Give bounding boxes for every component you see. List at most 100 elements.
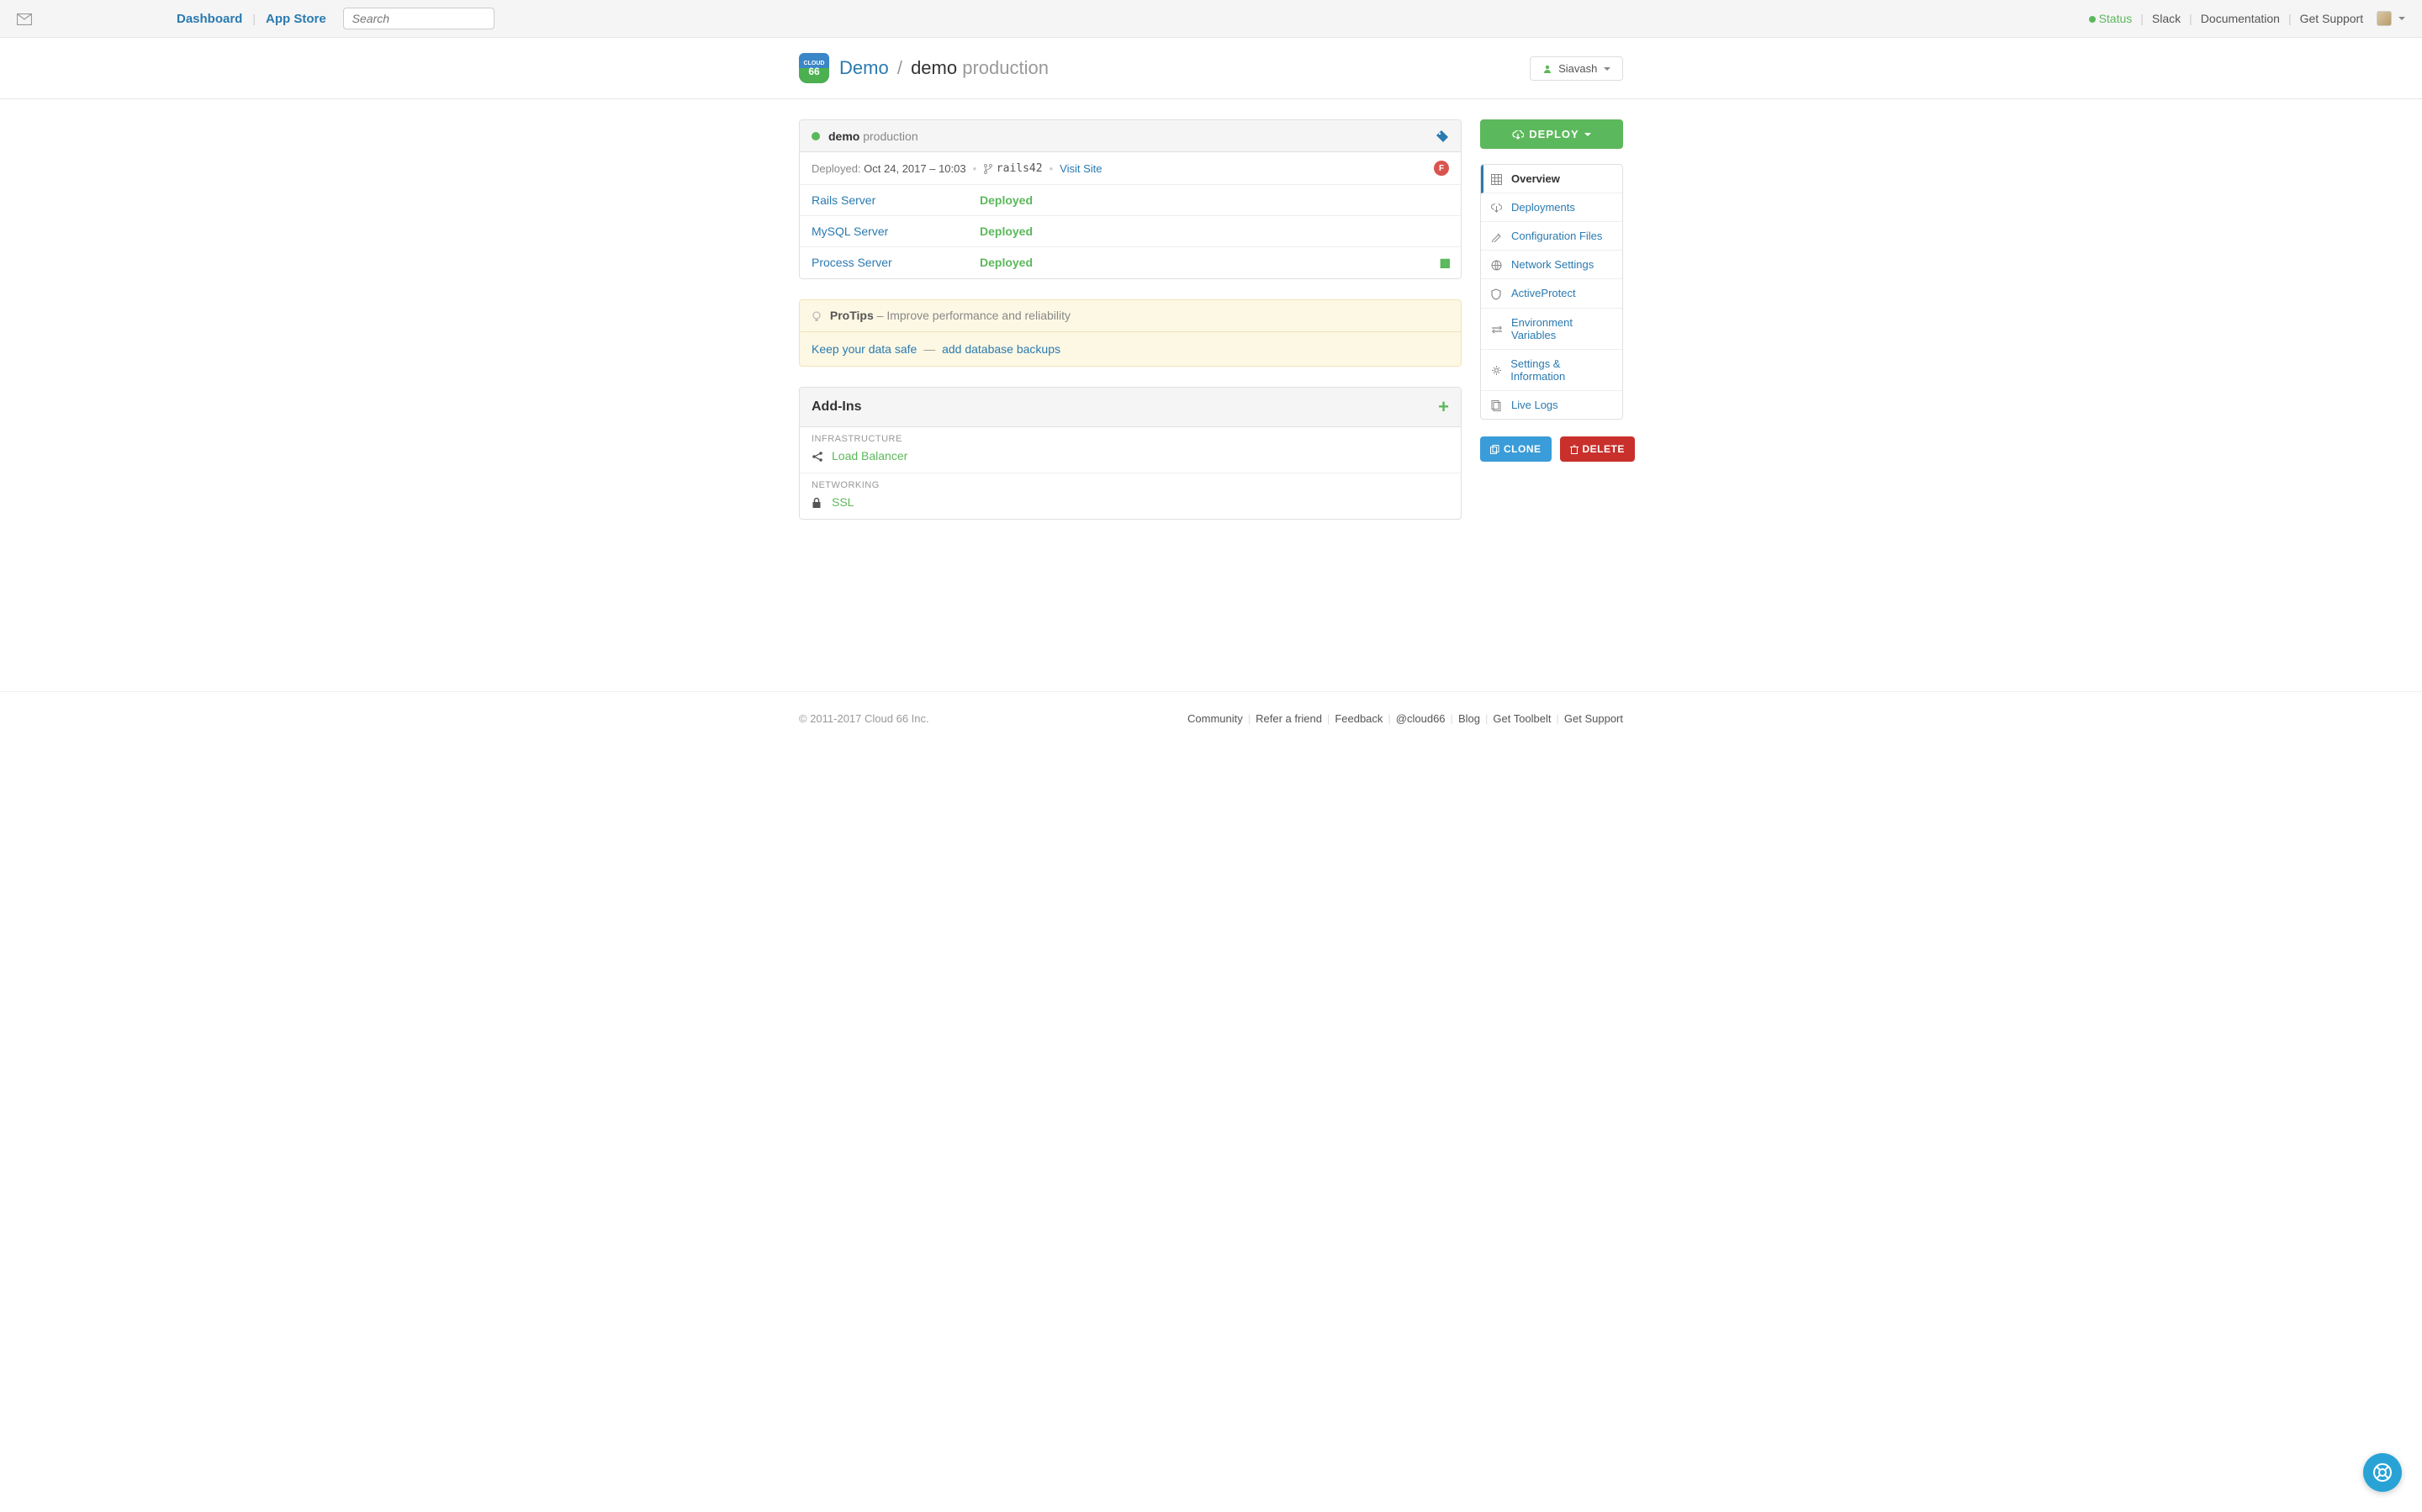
help-bubble[interactable] (2363, 1453, 2402, 1492)
protip-action-link[interactable]: add database backups (942, 342, 1060, 356)
sidebar-item-label: Settings & Information (1510, 357, 1612, 383)
sidebar-item-label: Environment Variables (1511, 316, 1612, 341)
footer: © 2011-2017 Cloud 66 Inc. Community | Refe… (0, 691, 2422, 745)
sidebar-item-live-logs[interactable]: Live Logs (1481, 391, 1622, 419)
footer-separator: | (1248, 712, 1251, 725)
nav-item-icon (1491, 258, 1503, 271)
protips-card: ProTips – Improve performance and reliab… (799, 299, 1462, 366)
footer-link[interactable]: Get Support (1564, 712, 1623, 725)
visit-site-link[interactable]: Visit Site (1060, 162, 1102, 175)
nav-item-icon (1491, 230, 1503, 242)
addin-item-link[interactable]: SSL (832, 495, 854, 509)
deploy-button[interactable]: DEPLOY (1480, 119, 1623, 149)
addin-section-label: INFRASTRUCTURE (812, 434, 1449, 444)
addins-header: Add-Ins + (800, 388, 1461, 427)
sidebar-item-overview[interactable]: Overview (1481, 165, 1622, 193)
server-name-link[interactable]: Rails Server (812, 193, 980, 207)
user-dropdown-label: Siavash (1558, 62, 1597, 75)
clone-button-label: CLONE (1504, 443, 1542, 455)
logo-icon: CLOUD 66 (799, 53, 829, 83)
delete-button-label: DELETE (1583, 443, 1625, 455)
addin-item-link[interactable]: Load Balancer (832, 449, 907, 463)
sidebar-item-environment-variables[interactable]: Environment Variables (1481, 309, 1622, 350)
deployed-label: Deployed: (812, 162, 861, 175)
nav-dashboard[interactable]: Dashboard (173, 12, 246, 26)
framework-label: rails42 (997, 162, 1043, 175)
stack-card: demo production Deployed: Oct 24, 2017 –… (799, 119, 1462, 279)
deploy-meta: Deployed: Oct 24, 2017 – 10:03 • rails42… (800, 152, 1461, 185)
top-nav: Dashboard | App Store Status | Slack | D… (0, 0, 2422, 38)
breadcrumb: Demo / demo production (839, 57, 1049, 79)
clone-button[interactable]: CLONE (1480, 436, 1552, 462)
server-name-link[interactable]: MySQL Server (812, 225, 980, 238)
server-row: Rails ServerDeployed (800, 185, 1461, 216)
sidebar-item-configuration-files[interactable]: Configuration Files (1481, 222, 1622, 251)
user-dropdown[interactable]: Siavash (1530, 56, 1624, 81)
sidebar-item-label: Configuration Files (1511, 230, 1602, 242)
sidebar-item-label: Live Logs (1511, 399, 1558, 411)
footer-copyright: © 2011-2017 Cloud 66 Inc. (799, 712, 929, 725)
stack-name: demo (828, 130, 859, 143)
server-status: Deployed (980, 193, 1033, 207)
caret-down-icon (1604, 67, 1610, 71)
protips-subtitle: – Improve performance and reliability (877, 309, 1071, 322)
deployed-at: Oct 24, 2017 – 10:03 (864, 162, 965, 175)
nav-item-icon (1491, 363, 1502, 376)
plus-icon[interactable]: + (1438, 396, 1449, 418)
nav-status-label: Status (2099, 12, 2133, 25)
server-row: Process ServerDeployed▮▮ (800, 247, 1461, 278)
footer-link[interactable]: Get Toolbelt (1493, 712, 1551, 725)
nav-slack[interactable]: Slack (2152, 12, 2181, 25)
sidebar-item-label: ActiveProtect (1511, 287, 1576, 299)
addins-card: Add-Ins + INFRASTRUCTURELoad BalancerNET… (799, 387, 1462, 521)
protip-main-link[interactable]: Keep your data safe (812, 342, 917, 356)
nav-item-icon (1491, 287, 1503, 300)
sidebar-item-label: Deployments (1511, 201, 1575, 214)
delete-button[interactable]: DELETE (1560, 436, 1635, 462)
breadcrumb-env: production (962, 57, 1049, 78)
footer-separator: | (1557, 712, 1559, 725)
server-name-link[interactable]: Process Server (812, 256, 980, 270)
user-menu[interactable] (2377, 11, 2405, 26)
footer-link[interactable]: @cloud66 (1396, 712, 1446, 725)
status-dot-icon (2089, 16, 2096, 23)
nav-item-icon (1491, 322, 1503, 335)
cloud-deploy-icon (1512, 128, 1524, 140)
pause-icon[interactable]: ▮▮ (1440, 256, 1449, 270)
addin-section: INFRASTRUCTURE Load Balancer (800, 427, 1461, 473)
breadcrumb-separator: / (897, 57, 902, 78)
mail-icon[interactable] (17, 12, 32, 25)
footer-links: Community | Refer a friend | Feedback | @cloud… (1187, 712, 1623, 725)
page-header: CLOUD 66 Demo / demo production Siavash (0, 38, 2422, 99)
sidebar-item-label: Network Settings (1511, 258, 1594, 271)
nav-appstore[interactable]: App Store (262, 12, 330, 26)
stack-card-header: demo production (800, 120, 1461, 152)
sidebar-item-activeprotect[interactable]: ActiveProtect (1481, 279, 1622, 309)
nav-status[interactable]: Status (2089, 12, 2133, 25)
breadcrumb-org[interactable]: Demo (839, 57, 889, 78)
tag-icon[interactable] (1436, 129, 1449, 143)
nav-support[interactable]: Get Support (2300, 12, 2364, 25)
footer-separator: | (1327, 712, 1330, 725)
footer-link[interactable]: Blog (1458, 712, 1480, 725)
footer-link[interactable]: Community (1187, 712, 1243, 725)
sidebar-item-deployments[interactable]: Deployments (1481, 193, 1622, 222)
nav-docs[interactable]: Documentation (2201, 12, 2280, 25)
footer-link[interactable]: Refer a friend (1256, 712, 1322, 725)
sidebar-item-network-settings[interactable]: Network Settings (1481, 251, 1622, 279)
fail-badge[interactable]: F (1434, 161, 1449, 176)
status-dot-icon (812, 132, 820, 140)
nav-separator: | (2288, 12, 2292, 25)
footer-link[interactable]: Feedback (1335, 712, 1383, 725)
lock-icon (812, 495, 823, 509)
lifebuoy-icon (2372, 1462, 2393, 1483)
copy-icon (1490, 443, 1499, 455)
protips-body: Keep your data safe — add database backu… (800, 332, 1461, 366)
search-input[interactable] (343, 8, 494, 29)
branch-icon (983, 162, 993, 176)
meta-separator: • (973, 162, 977, 175)
avatar-icon (2377, 11, 2392, 26)
sidebar-item-settings-information[interactable]: Settings & Information (1481, 350, 1622, 391)
meta-separator: • (1050, 162, 1054, 175)
side-nav: Overview Deployments Configuration Files Ne… (1480, 164, 1623, 420)
